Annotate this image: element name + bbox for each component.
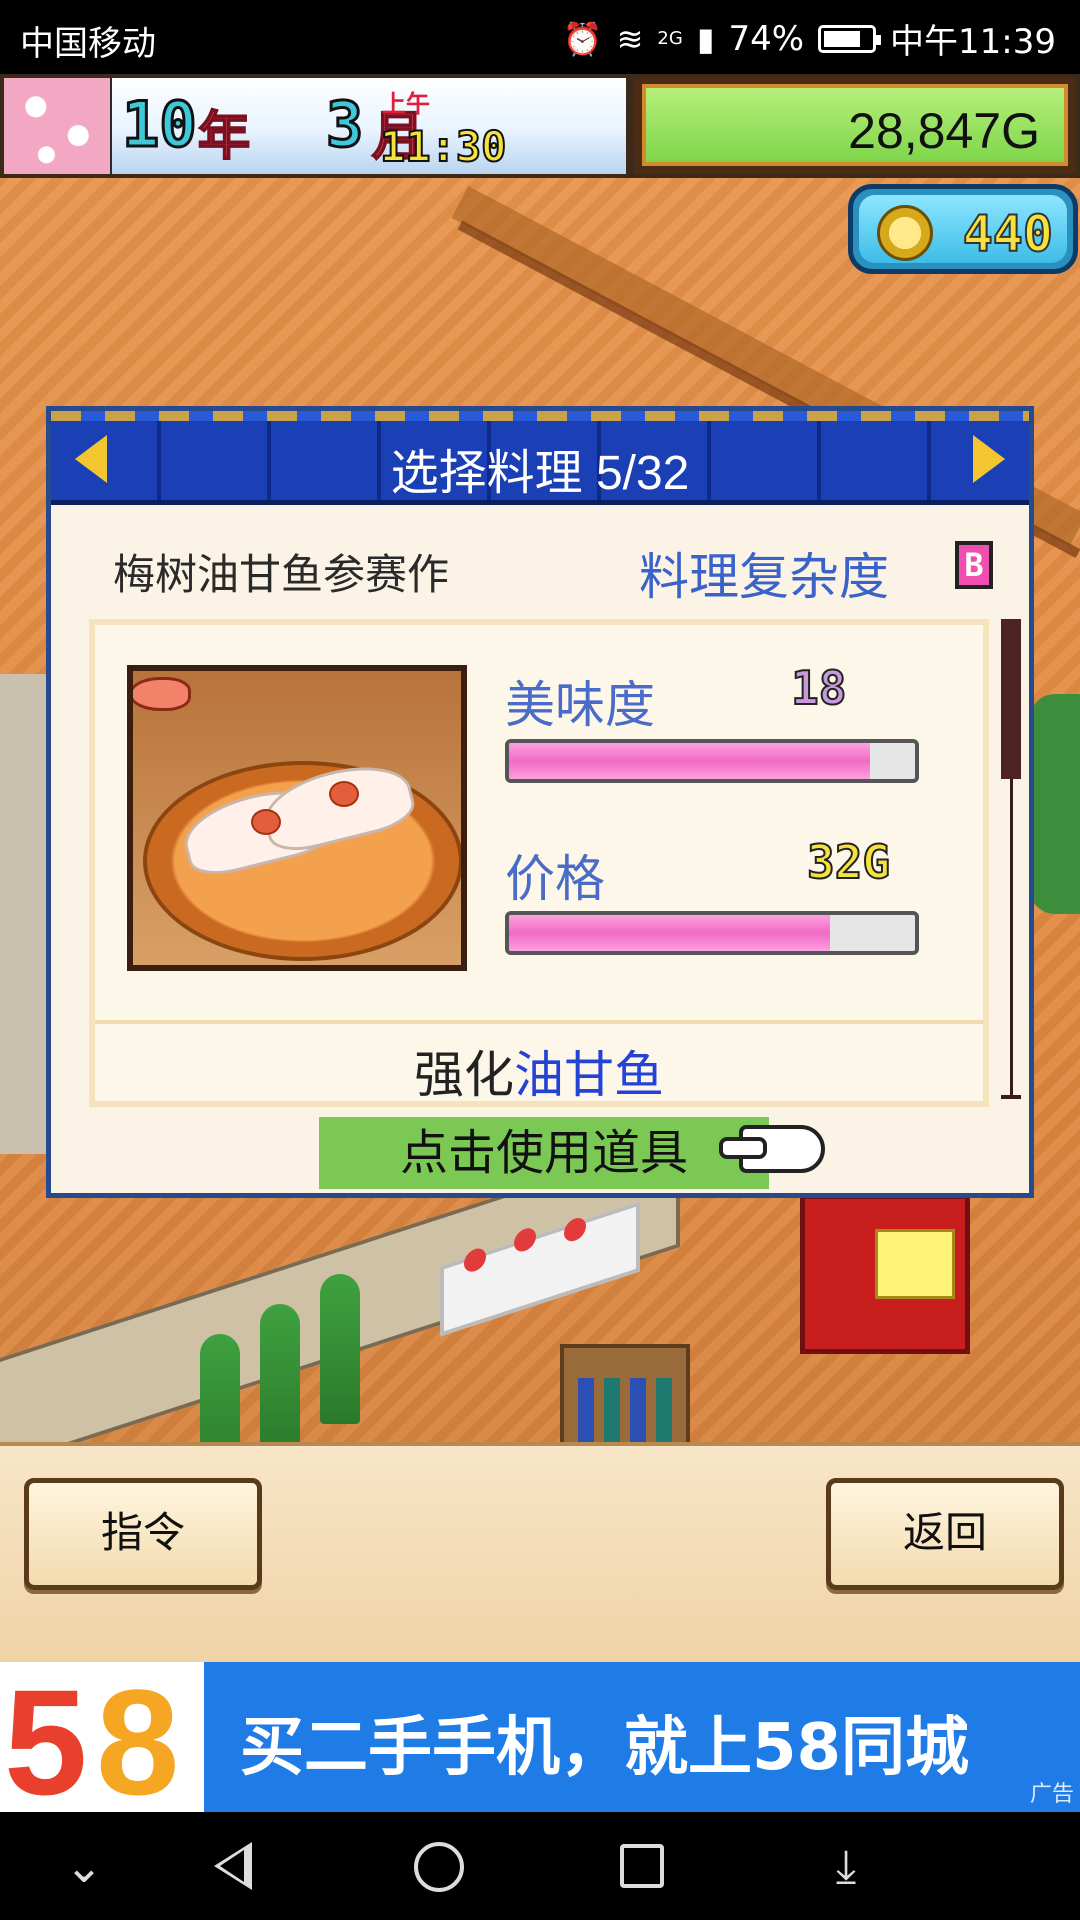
pointing-hand-icon xyxy=(719,1125,825,1173)
money-panel-inner: 28,847G xyxy=(642,84,1068,166)
coin-value: 440 xyxy=(962,204,1054,264)
price-value: 32G xyxy=(806,834,891,890)
date-time-panel: 10 年 3 月 上午 11:30 xyxy=(0,74,630,178)
game-time: 11:30 xyxy=(379,121,507,172)
topping xyxy=(251,809,281,835)
effect-prefix: 强化 xyxy=(414,1046,514,1104)
signal-icon: ▮ xyxy=(696,19,715,58)
price-bar xyxy=(505,911,919,955)
collapse-icon[interactable]: ⌄ xyxy=(54,1838,114,1894)
complexity-grade-badge: B xyxy=(955,541,993,589)
vending-machine xyxy=(800,1194,970,1354)
taste-bar-fill xyxy=(509,743,871,779)
book xyxy=(604,1378,620,1448)
coin-counter[interactable]: 440 xyxy=(848,184,1078,274)
coin-icon xyxy=(877,205,933,261)
money-panel: 28,847G xyxy=(630,74,1080,178)
back-nav-icon[interactable] xyxy=(214,1842,252,1890)
home-nav-icon[interactable] xyxy=(414,1842,464,1892)
ad-text: 买二手手机，就上58同城 xyxy=(240,1711,970,1785)
clock: 中午11:39 xyxy=(890,22,1056,62)
dialog-header: 选择料理 5/32 xyxy=(51,411,1029,505)
book xyxy=(630,1378,646,1448)
dish-card: 美味度 18 价格 32G 强化油甘鱼 xyxy=(89,619,989,1107)
price-bar-fill xyxy=(509,915,830,951)
scrollbar-thumb[interactable] xyxy=(1001,619,1021,779)
ad-banner[interactable]: 5 8 买二手手机，就上58同城 广告 xyxy=(0,1658,1080,1826)
recents-nav-icon[interactable] xyxy=(620,1844,664,1888)
navigation-bar: ⌄ ⤓ xyxy=(0,1812,1080,1920)
date-panel: 10 年 3 月 上午 11:30 xyxy=(112,78,626,174)
dialog-title: 选择料理 5/32 xyxy=(390,447,690,500)
command-button[interactable]: 指令 xyxy=(24,1478,262,1590)
next-arrow-icon[interactable] xyxy=(973,435,1005,483)
dish-name: 梅树油甘鱼参赛作 xyxy=(113,550,450,599)
ad-logo: 5 8 xyxy=(0,1658,204,1826)
ad-logo-5: 5 xyxy=(4,1658,88,1826)
ampm-label: 上午 xyxy=(382,90,430,118)
network-type-label: 2G xyxy=(657,28,683,49)
money-value: 28,847G xyxy=(848,103,1040,159)
year-unit: 年 xyxy=(197,106,251,168)
effect-target: 油甘鱼 xyxy=(514,1046,664,1104)
vending-window xyxy=(875,1229,955,1299)
select-dish-dialog: 选择料理 5/32 梅树油甘鱼参赛作 料理复杂度 B 美味度 18 价格 32G… xyxy=(46,406,1034,1198)
status-icons: ⏰ ≋ 2G ▮ 74% 中午11:39 xyxy=(563,14,1056,63)
season-sakura-icon xyxy=(4,78,110,174)
complexity-label: 料理复杂度 xyxy=(639,548,889,606)
topping xyxy=(329,781,359,807)
bamboo-plant xyxy=(320,1274,360,1424)
year-value: 10 xyxy=(121,87,199,163)
command-bar: 指令 返回 xyxy=(0,1442,1080,1662)
effect-text: 强化油甘鱼 xyxy=(95,1035,983,1107)
price-label: 价格 xyxy=(505,850,605,908)
coin-counter-inner: 440 xyxy=(859,195,1067,264)
month-value: 3 xyxy=(324,87,364,163)
dialog-scrollbar[interactable] xyxy=(1001,619,1021,1099)
dish-image xyxy=(127,665,467,971)
alarm-icon: ⏰ xyxy=(562,19,603,58)
status-bar: 中国移动 ⏰ ≋ 2G ▮ 74% 中午11:39 xyxy=(0,0,1080,74)
ad-logo-8: 8 xyxy=(96,1658,180,1826)
taste-value: 18 xyxy=(790,660,847,716)
battery-percent: 74% xyxy=(728,18,805,59)
scrollbar-end xyxy=(1001,1095,1021,1099)
use-item-button[interactable]: 点击使用道具 xyxy=(319,1117,769,1189)
back-button[interactable]: 返回 xyxy=(826,1478,1064,1590)
taste-label: 美味度 xyxy=(505,676,655,734)
taste-bar xyxy=(505,739,919,783)
book xyxy=(578,1378,594,1448)
notification-pull-icon[interactable]: ⤓ xyxy=(816,1838,876,1894)
card-divider xyxy=(95,1020,983,1024)
bamboo-plant xyxy=(260,1304,300,1454)
book xyxy=(656,1378,672,1448)
wifi-icon: ≋ xyxy=(616,19,644,58)
fish-category-icon xyxy=(133,677,191,711)
ad-tag: 广告 xyxy=(1029,1782,1074,1807)
right-plant xyxy=(1030,694,1080,914)
battery-icon xyxy=(818,24,882,53)
carrier-label: 中国移动 xyxy=(20,24,156,64)
